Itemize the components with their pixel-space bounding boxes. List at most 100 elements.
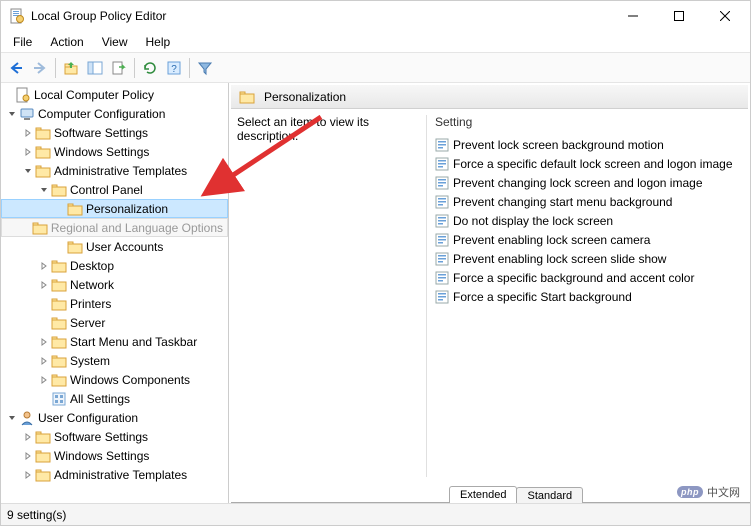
policy-setting-icon	[435, 271, 449, 285]
tree-cc-windows-settings[interactable]: Windows Settings	[1, 142, 228, 161]
folder-icon	[51, 334, 67, 350]
policy-setting-icon	[435, 176, 449, 190]
menu-help[interactable]: Help	[138, 33, 179, 51]
tree-uc-admin-templates[interactable]: Administrative Templates	[1, 465, 228, 484]
filter-button[interactable]	[194, 57, 216, 79]
show-hide-tree-button[interactable]	[84, 57, 106, 79]
folder-icon	[35, 429, 51, 445]
tree-server[interactable]: Server	[1, 313, 228, 332]
folder-icon	[51, 372, 67, 388]
folder-icon	[35, 125, 51, 141]
policy-setting-icon	[435, 214, 449, 228]
tree-computer-configuration[interactable]: Computer Configuration	[1, 104, 228, 123]
close-button[interactable]	[702, 1, 748, 31]
chevron-right-icon[interactable]	[21, 430, 35, 444]
tree-uc-software-settings[interactable]: Software Settings	[1, 427, 228, 446]
tree-desktop[interactable]: Desktop	[1, 256, 228, 275]
folder-icon	[51, 296, 67, 312]
menu-view[interactable]: View	[94, 33, 136, 51]
tree-cc-admin-templates[interactable]: Administrative Templates	[1, 161, 228, 180]
setting-item[interactable]: Prevent lock screen background motion	[435, 135, 742, 154]
export-button[interactable]	[108, 57, 130, 79]
setting-label: Force a specific Start background	[453, 290, 632, 304]
menu-file[interactable]: File	[5, 33, 40, 51]
back-button[interactable]	[5, 57, 27, 79]
tree-start-menu-taskbar[interactable]: Start Menu and Taskbar	[1, 332, 228, 351]
setting-item[interactable]: Force a specific Start background	[435, 287, 742, 306]
setting-item[interactable]: Prevent changing lock screen and logon i…	[435, 173, 742, 192]
tree-root[interactable]: Local Computer Policy	[1, 85, 228, 104]
tree-user-configuration[interactable]: User Configuration	[1, 408, 228, 427]
folder-icon	[32, 220, 48, 236]
setting-item[interactable]: Force a specific default lock screen and…	[435, 154, 742, 173]
tree-user-accounts[interactable]: User Accounts	[1, 237, 228, 256]
watermark: php 中文网	[675, 483, 742, 501]
tree-system[interactable]: System	[1, 351, 228, 370]
setting-item[interactable]: Prevent enabling lock screen slide show	[435, 249, 742, 268]
minimize-button[interactable]	[610, 1, 656, 31]
setting-item[interactable]: Force a specific background and accent c…	[435, 268, 742, 287]
tree-personalization[interactable]: Personalization	[1, 199, 228, 218]
folder-icon	[51, 315, 67, 331]
setting-label: Prevent lock screen background motion	[453, 138, 664, 152]
policy-setting-icon	[435, 290, 449, 304]
policy-setting-icon	[435, 233, 449, 247]
policy-setting-icon	[435, 157, 449, 171]
main-area: Local Computer Policy Computer Configura…	[1, 83, 750, 503]
chevron-right-icon[interactable]	[37, 259, 51, 273]
chevron-right-icon[interactable]	[37, 373, 51, 387]
settings-list[interactable]: Setting Prevent lock screen background m…	[427, 115, 742, 477]
tree-all-settings[interactable]: All Settings	[1, 389, 228, 408]
forward-button[interactable]	[29, 57, 51, 79]
setting-label: Force a specific background and accent c…	[453, 271, 694, 285]
folder-icon	[51, 277, 67, 293]
setting-label: Prevent changing start menu background	[453, 195, 672, 209]
tree-panel[interactable]: Local Computer Policy Computer Configura…	[1, 83, 229, 503]
tree-regional-language[interactable]: Regional and Language Options	[1, 218, 228, 237]
chevron-right-icon[interactable]	[21, 145, 35, 159]
setting-label: Prevent enabling lock screen slide show	[453, 252, 666, 266]
tree-printers[interactable]: Printers	[1, 294, 228, 313]
tree-network[interactable]: Network	[1, 275, 228, 294]
php-logo-icon: php	[677, 486, 703, 498]
setting-label: Prevent enabling lock screen camera	[453, 233, 650, 247]
folder-icon	[35, 467, 51, 483]
chevron-down-icon[interactable]	[37, 183, 51, 197]
setting-label: Prevent changing lock screen and logon i…	[453, 176, 703, 190]
folder-icon	[51, 182, 67, 198]
folder-icon	[35, 144, 51, 160]
chevron-right-icon[interactable]	[37, 354, 51, 368]
chevron-right-icon[interactable]	[37, 278, 51, 292]
content-panel: Personalization Select an item to view i…	[229, 83, 750, 503]
chevron-right-icon[interactable]	[37, 335, 51, 349]
setting-item[interactable]: Prevent enabling lock screen camera	[435, 230, 742, 249]
help-button[interactable]: ?	[163, 57, 185, 79]
column-header-setting[interactable]: Setting	[435, 115, 742, 135]
maximize-button[interactable]	[656, 1, 702, 31]
tree-uc-windows-settings[interactable]: Windows Settings	[1, 446, 228, 465]
tree-cc-software-settings[interactable]: Software Settings	[1, 123, 228, 142]
tab-extended[interactable]: Extended	[449, 486, 517, 503]
setting-label: Force a specific default lock screen and…	[453, 157, 733, 171]
window-title: Local Group Policy Editor	[31, 9, 610, 23]
folder-icon	[35, 163, 51, 179]
setting-item[interactable]: Prevent changing start menu background	[435, 192, 742, 211]
setting-item[interactable]: Do not display the lock screen	[435, 211, 742, 230]
policy-icon	[15, 87, 31, 103]
refresh-button[interactable]	[139, 57, 161, 79]
tab-standard[interactable]: Standard	[516, 487, 583, 503]
up-button[interactable]	[60, 57, 82, 79]
chevron-down-icon[interactable]	[5, 411, 19, 425]
menu-action[interactable]: Action	[42, 33, 91, 51]
chevron-right-icon[interactable]	[21, 468, 35, 482]
svg-text:?: ?	[171, 64, 177, 75]
tree-windows-components[interactable]: Windows Components	[1, 370, 228, 389]
toolbar: ?	[1, 53, 750, 83]
tree-control-panel[interactable]: Control Panel	[1, 180, 228, 199]
chevron-right-icon[interactable]	[21, 126, 35, 140]
content-title: Personalization	[264, 90, 346, 104]
chevron-down-icon[interactable]	[5, 107, 19, 121]
chevron-right-icon[interactable]	[21, 449, 35, 463]
chevron-down-icon[interactable]	[21, 164, 35, 178]
description-column: Select an item to view its description.	[237, 115, 427, 477]
